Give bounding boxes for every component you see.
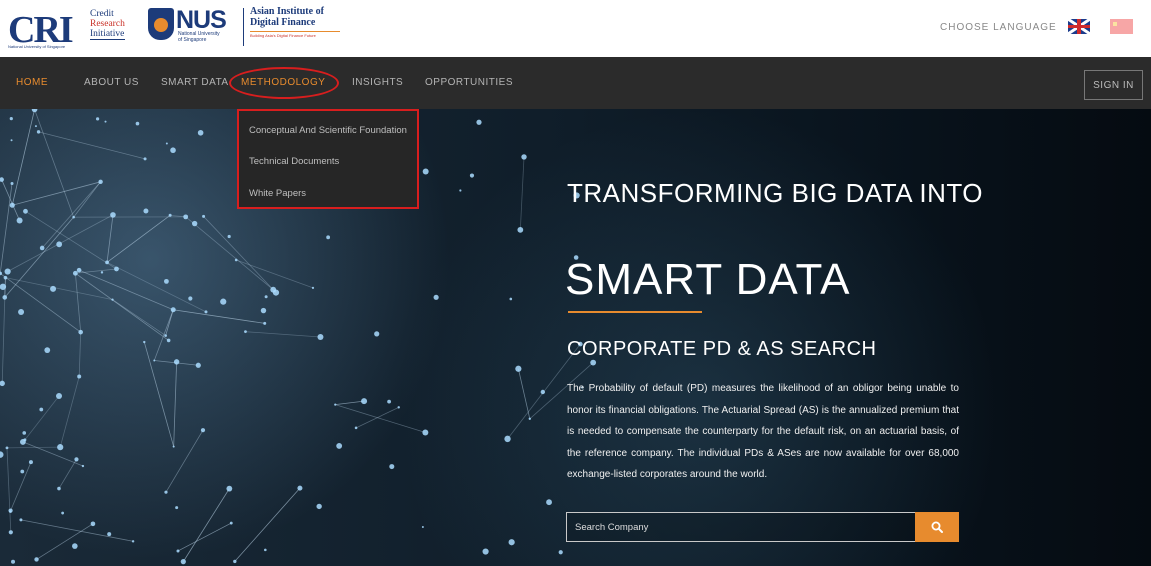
nus-logo-subtext: National University of Singapore [178,31,220,43]
site-header: CRI Credit Research Initiative National … [0,0,1151,57]
hero-smart-data-title: SMART DATA [565,255,851,304]
hero-description: The Probability of default (PD) measures… [567,383,959,480]
cri-logo-line3: Initiative [90,29,125,40]
nav-insights[interactable]: INSIGHTS [352,77,403,88]
china-flag-icon[interactable] [1110,19,1133,34]
dropdown-item-technical-documents[interactable]: Technical Documents [249,156,339,167]
cri-logo-sub: National University of Singapore [8,44,66,49]
search-button[interactable] [915,512,959,542]
cri-logo[interactable]: CRI Credit Research Initiative National … [8,6,143,51]
nav-opportunities[interactable]: OPPORTUNITIES [425,77,513,88]
main-nav: HOME ABOUT US SMART DATA METHODOLOGY INS… [0,57,1151,109]
nus-crest-icon [148,8,174,40]
nus-logo[interactable]: NUS National University of Singapore [148,6,240,50]
logo-divider [243,8,244,46]
aidf-title-1: Asian Institute of [250,6,324,17]
aidf-tagline: Building Asia's Digital Finance Future [250,31,340,38]
search-icon [931,521,943,533]
aidf-title-2: Digital Finance [250,17,316,28]
nav-smart-data[interactable]: SMART DATA [161,77,229,88]
company-search-input[interactable]: Search Company [566,512,915,542]
nav-about-us[interactable]: ABOUT US [84,77,139,88]
nav-home[interactable]: HOME [16,77,48,88]
nus-logo-small2: of Singapore [178,37,207,43]
hero-accent-rule [568,311,702,313]
cri-logo-line2: Research [90,19,125,29]
cri-logo-text: Credit Research Initiative [90,9,125,40]
dropdown-item-conceptual-foundation[interactable]: Conceptual And Scientific Foundation [249,125,407,136]
uk-flag-icon[interactable] [1068,19,1090,34]
aidf-logo[interactable]: Asian Institute of Digital Finance Build… [250,6,340,50]
hero-subtitle: CORPORATE PD & AS SEARCH [567,338,877,360]
choose-language-label: CHOOSE LANGUAGE [940,22,1057,33]
hero-headline: TRANSFORMING BIG DATA INTO [567,178,984,208]
methodology-dropdown: Conceptual And Scientific Foundation Tec… [237,109,419,209]
dropdown-item-white-papers[interactable]: White Papers [249,188,306,199]
methodology-highlight [229,67,339,99]
sign-in-button[interactable]: SIGN IN [1084,70,1143,100]
cri-logo-line1: Credit [90,9,114,19]
